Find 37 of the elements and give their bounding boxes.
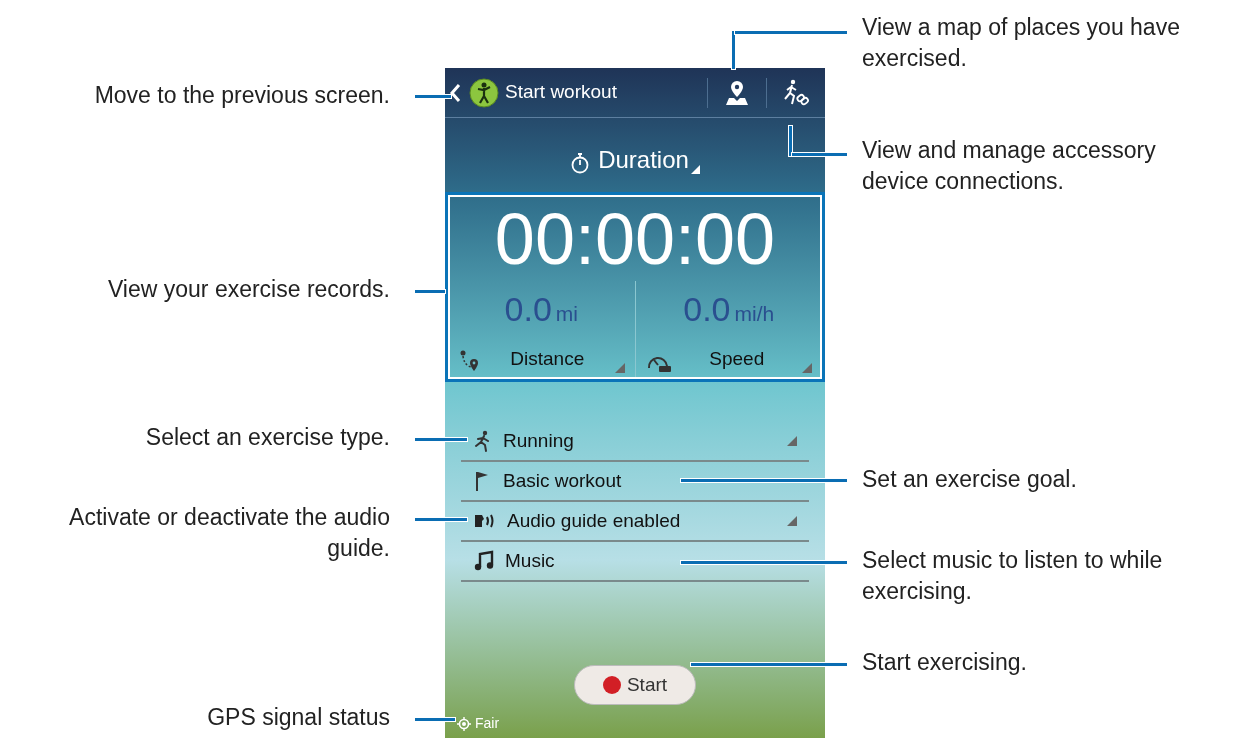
timer-display: 00:00:00 <box>493 198 777 281</box>
record-dot-icon <box>602 676 621 694</box>
stopwatch-icon <box>570 152 591 174</box>
runner-link-icon <box>782 78 810 107</box>
stat-label: Speed <box>708 346 766 371</box>
dropdown-corner-icon <box>787 516 797 526</box>
gps-icon <box>457 716 471 731</box>
dropdown-corner-icon <box>802 363 812 373</box>
settings-row[interactable]: Audio guide enabled <box>461 502 809 542</box>
callout-text: GPS signal status <box>206 703 390 732</box>
settings-row[interactable]: Running <box>461 422 809 462</box>
dropdown-corner-icon <box>614 363 625 373</box>
callout-text: Start exercising. <box>862 648 1028 677</box>
callout-text: Select an exercise type. <box>144 423 390 452</box>
dropdown-corner-icon <box>690 165 700 174</box>
dropdown-corner-icon <box>787 436 797 446</box>
stat-label: Distance <box>509 346 586 371</box>
callout-text: Activate or deactivate the audio guide. <box>68 503 390 563</box>
stat-unit: mi/h <box>734 301 775 327</box>
callout-text: Move to the previous screen. <box>93 81 390 110</box>
callout-text: View your exercise records. <box>106 275 390 304</box>
route-pin-icon <box>458 349 480 373</box>
callout-text: Select music to listen to while exercising. <box>862 546 1164 606</box>
back-icon <box>449 82 461 103</box>
stat-unit: mi <box>555 301 578 327</box>
app-logo-icon <box>469 77 499 108</box>
map-pin-icon <box>725 79 749 106</box>
music-note-icon <box>473 550 495 572</box>
callout-text: View and manage accessory device connections. <box>862 136 1157 196</box>
start-button[interactable]: Start <box>573 665 697 705</box>
mode-dropdown[interactable]: Duration <box>570 142 700 178</box>
callout-text: View a map of places you have exercised. <box>862 13 1181 73</box>
stat-value: 0.0 <box>504 291 552 327</box>
stat-value: 0.0 <box>683 291 731 327</box>
gps-status: Fair <box>475 714 500 733</box>
callout-text: Set an exercise goal. <box>862 465 1078 494</box>
screen-title: Start workout <box>505 80 617 105</box>
